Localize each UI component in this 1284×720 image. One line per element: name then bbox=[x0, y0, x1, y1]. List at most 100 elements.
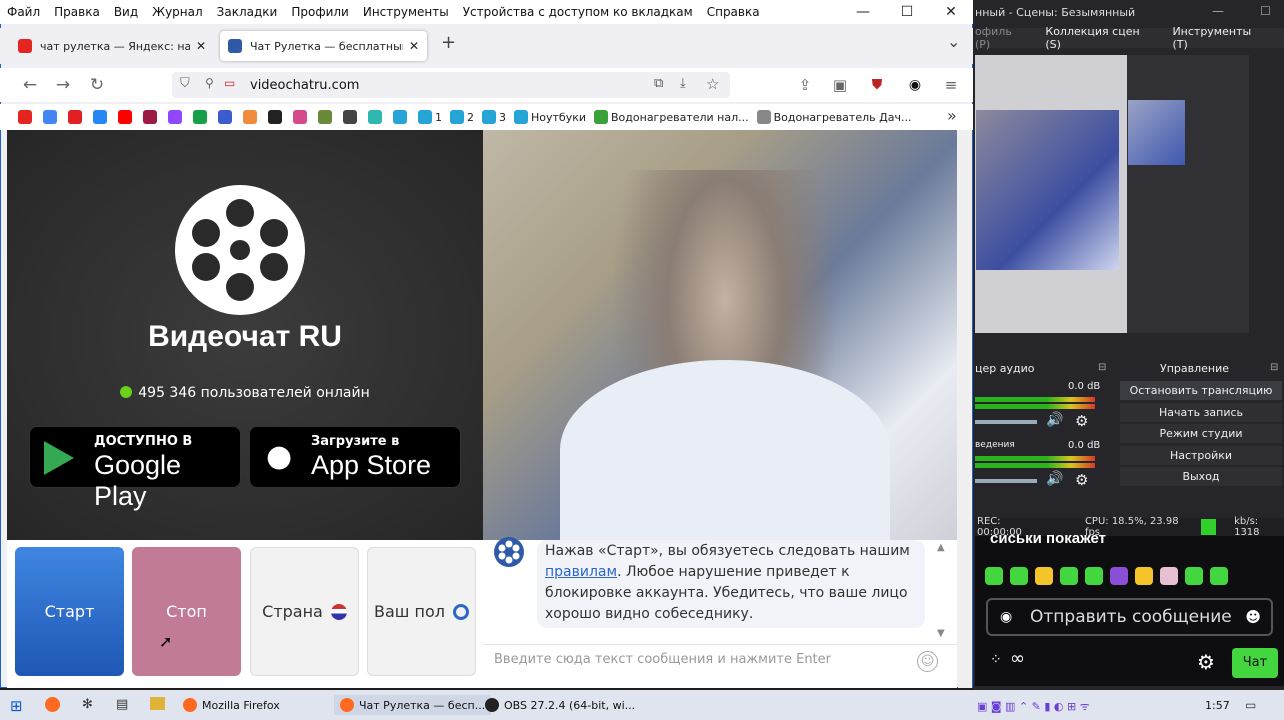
emoji-icon[interactable]: ☺ bbox=[917, 651, 938, 672]
gear-icon[interactable]: ⚙ bbox=[1075, 471, 1088, 489]
extensions-icon[interactable]: ⇪ bbox=[794, 74, 816, 96]
emote-icon[interactable] bbox=[1010, 567, 1028, 585]
page-scrollbar[interactable] bbox=[958, 130, 972, 688]
bookmark-item[interactable] bbox=[93, 110, 110, 124]
download-icon[interactable]: ⤓ bbox=[680, 76, 686, 91]
stop-stream-button[interactable]: Остановить трансляцию bbox=[1120, 381, 1282, 400]
bookmark-item[interactable] bbox=[193, 110, 210, 124]
chat-send-button[interactable]: Чат bbox=[1232, 648, 1278, 678]
emote-icon[interactable] bbox=[1210, 567, 1228, 585]
folder-icon[interactable] bbox=[150, 697, 165, 710]
bookmark-star-icon[interactable]: ☆ bbox=[706, 75, 719, 93]
bookmark-item[interactable]: Ноутбуки bbox=[514, 110, 586, 124]
emoji-picker-icon[interactable]: ☻ bbox=[1245, 600, 1261, 634]
menu-item[interactable]: Вид bbox=[107, 5, 145, 19]
gear-icon[interactable]: ⚙ bbox=[1075, 412, 1088, 430]
country-button[interactable]: Страна bbox=[250, 547, 359, 676]
firefox-taskbar-icon[interactable] bbox=[45, 697, 60, 712]
bookmark-item[interactable] bbox=[43, 110, 60, 124]
chat-settings-icon[interactable]: ⚙ bbox=[1197, 650, 1215, 674]
windows-start-icon[interactable]: ⊞ bbox=[10, 697, 23, 715]
bookmark-item[interactable] bbox=[368, 110, 385, 124]
minimize-button[interactable]: — bbox=[841, 0, 885, 24]
emote-icon[interactable] bbox=[1185, 567, 1203, 585]
bookmarks-more-icon[interactable]: » bbox=[947, 106, 957, 125]
record-icon[interactable]: ◉ bbox=[904, 74, 926, 96]
menu-item[interactable]: Инструменты bbox=[356, 5, 456, 19]
bookmark-item[interactable]: Водонагреватель Дач... bbox=[756, 110, 911, 124]
bookmark-item[interactable]: 3 bbox=[482, 110, 506, 124]
exit-button[interactable]: Выход bbox=[1120, 467, 1282, 486]
emote-icon[interactable] bbox=[985, 567, 1003, 585]
notification-icon[interactable]: ▭ bbox=[1245, 698, 1256, 712]
new-tab-button[interactable]: + bbox=[441, 32, 456, 53]
tab-list-button[interactable]: ⌄ bbox=[947, 32, 960, 51]
obs-minimize-icon[interactable]: — bbox=[1212, 4, 1224, 18]
forward-icon[interactable]: → bbox=[52, 74, 74, 96]
maximize-button[interactable]: ☐ bbox=[885, 0, 929, 24]
points-icon[interactable]: ⁘ bbox=[990, 652, 1002, 668]
bookmark-item[interactable] bbox=[318, 110, 335, 124]
obs-menu-collection[interactable]: Коллекция сцен (S) bbox=[1045, 25, 1156, 51]
chat-scroll-up-icon[interactable]: ▲ bbox=[937, 542, 945, 553]
obs-menu-tools[interactable]: Инструменты (T) bbox=[1172, 25, 1268, 51]
message-input[interactable]: Введите сюда текст сообщения и нажмите E… bbox=[494, 652, 831, 667]
menu-icon[interactable]: ≡ bbox=[940, 74, 962, 96]
bookmark-item[interactable] bbox=[293, 110, 310, 124]
menu-item[interactable]: Закладки bbox=[210, 5, 285, 19]
screenshot-icon[interactable]: ⧉ bbox=[654, 76, 663, 91]
bookmark-item[interactable] bbox=[393, 110, 410, 124]
bookmark-item[interactable] bbox=[243, 110, 260, 124]
reload-icon[interactable]: ↻ bbox=[86, 74, 108, 96]
app-store-button[interactable]: ● Загрузите в App Store bbox=[249, 426, 461, 488]
bookmark-item[interactable] bbox=[343, 110, 360, 124]
taskbar-firefox[interactable]: Mozilla Firefox bbox=[183, 695, 280, 715]
dock-menu-icon[interactable]: ⊟ bbox=[1098, 362, 1106, 373]
ublock-icon[interactable]: ⛊ bbox=[866, 74, 888, 96]
menu-item[interactable]: Файл bbox=[0, 5, 47, 19]
volume-slider[interactable] bbox=[975, 479, 1037, 483]
menu-item[interactable]: Правка bbox=[47, 5, 107, 19]
speaker-icon[interactable]: 🔊 bbox=[1046, 471, 1063, 487]
url-text[interactable]: videochatru.com bbox=[250, 78, 359, 93]
taskbar-chatroulette[interactable]: Чат Рулетка — бесп... bbox=[334, 695, 492, 715]
bookmark-item[interactable] bbox=[118, 110, 135, 124]
rules-link[interactable]: правилам bbox=[545, 564, 617, 580]
bookmark-item[interactable] bbox=[18, 110, 35, 124]
reader-icon[interactable]: ▣ bbox=[829, 74, 851, 96]
bookmark-item[interactable]: 2 bbox=[450, 110, 474, 124]
stop-button[interactable]: Стоп bbox=[132, 547, 241, 676]
bookmark-item[interactable] bbox=[68, 110, 85, 124]
tray-icons[interactable]: ▣ ◙ ▥ ⌃ ✎ ▮ ◐ ⊞ ᯤ bbox=[977, 699, 1090, 714]
close-window-button[interactable]: ✕ bbox=[929, 0, 973, 24]
bookmark-item[interactable]: 1 bbox=[418, 110, 442, 124]
emote-icon[interactable] bbox=[1085, 567, 1103, 585]
bookmark-item[interactable] bbox=[218, 110, 235, 124]
back-icon[interactable]: ← bbox=[19, 74, 41, 96]
emote-icon[interactable] bbox=[1060, 567, 1078, 585]
start-recording-button[interactable]: Начать запись bbox=[1120, 403, 1282, 422]
emote-icon[interactable] bbox=[1135, 567, 1153, 585]
emote-icon[interactable] bbox=[1110, 567, 1128, 585]
obs-menu-profile[interactable]: офиль (P) bbox=[975, 25, 1029, 51]
app-taskbar-icon[interactable]: ▤ bbox=[116, 697, 128, 712]
studio-mode-button[interactable]: Режим студии bbox=[1120, 424, 1282, 443]
sex-button[interactable]: Ваш пол bbox=[367, 547, 476, 676]
close-tab-icon[interactable]: ✕ bbox=[409, 39, 419, 53]
close-tab-icon[interactable]: ✕ bbox=[196, 39, 206, 53]
start-button[interactable]: Старт bbox=[15, 547, 124, 676]
bookmark-item[interactable]: Водонагреватели нал... bbox=[594, 110, 749, 124]
menu-item[interactable]: Устройства с доступом ко вкладкам bbox=[456, 5, 700, 19]
obs-maximize-icon[interactable]: ☐ bbox=[1260, 4, 1271, 18]
bookmark-item[interactable] bbox=[268, 110, 285, 124]
google-play-button[interactable]: ДОСТУПНО В Google Play bbox=[29, 426, 241, 511]
settings-button[interactable]: Настройки bbox=[1120, 446, 1282, 465]
emote-icon[interactable] bbox=[1160, 567, 1178, 585]
menu-item[interactable]: Справка bbox=[700, 5, 767, 19]
chat-scroll-down-icon[interactable]: ▼ bbox=[937, 628, 945, 639]
emote-icon[interactable] bbox=[1035, 567, 1053, 585]
taskbar-obs[interactable]: OBS 27.2.4 (64-bit, wi... bbox=[485, 695, 635, 715]
app-taskbar-icon[interactable]: ✻ bbox=[82, 697, 93, 712]
menu-item[interactable]: Журнал bbox=[145, 5, 210, 19]
dock-menu-icon[interactable]: ⊟ bbox=[1270, 362, 1278, 373]
